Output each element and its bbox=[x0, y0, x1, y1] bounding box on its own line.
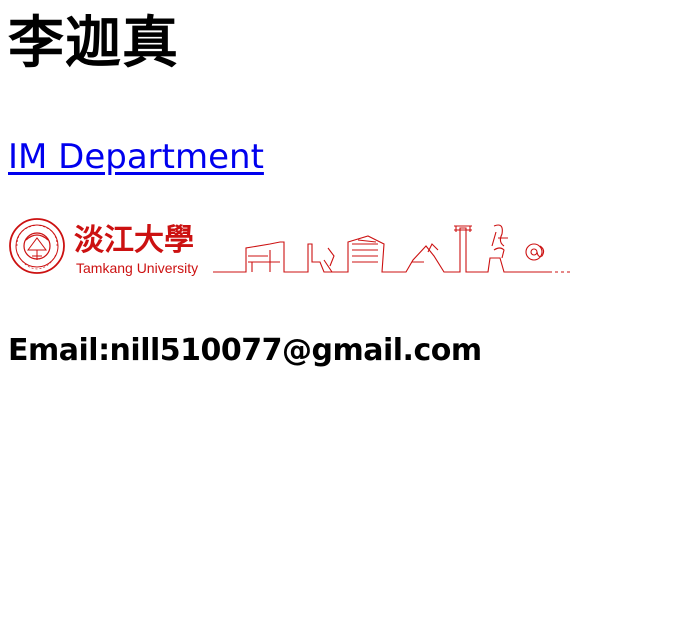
profile-page: 李迦真 IM Department 淡江大學 Tamkang Universit… bbox=[0, 0, 675, 623]
logo-chinese-name: 淡江大學 bbox=[74, 223, 194, 258]
campus-skyline-icon bbox=[213, 224, 570, 273]
email-text: Email:nill510077@gmail.com bbox=[8, 333, 482, 368]
department-link[interactable]: IM Department bbox=[8, 136, 264, 178]
university-seal-icon bbox=[9, 218, 65, 274]
page-title: 李迦真 bbox=[8, 11, 179, 76]
logo-english-name: Tamkang University bbox=[76, 260, 198, 276]
tamkang-university-logo: 淡江大學 Tamkang University bbox=[9, 218, 570, 276]
